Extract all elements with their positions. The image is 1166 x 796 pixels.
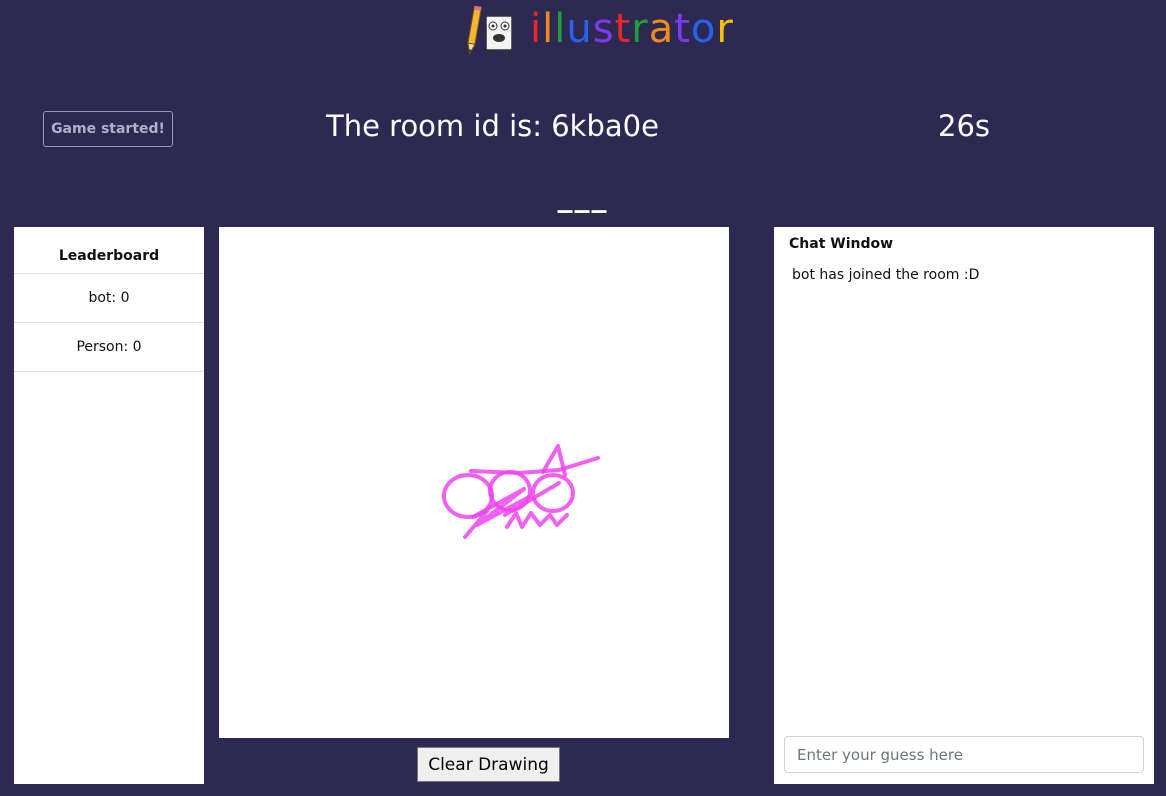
logo-letter: t <box>614 6 632 52</box>
logo-letter: l <box>554 6 567 52</box>
logo-letter: u <box>566 6 593 52</box>
clear-drawing-button[interactable]: Clear Drawing <box>417 747 560 782</box>
logo-letter: o <box>690 6 717 52</box>
word-hint: ___ <box>557 179 609 214</box>
chat-messages: bot has joined the room :D <box>792 266 1144 284</box>
countdown-timer: 26s <box>938 109 991 143</box>
logo-letter: a <box>648 6 675 52</box>
logo-letter: r <box>631 6 649 52</box>
game-status-button[interactable]: Game started! <box>43 111 173 147</box>
pencil-character-icon <box>467 5 519 61</box>
logo-letter: t <box>674 6 691 52</box>
chat-message: bot has joined the room :D <box>792 267 980 283</box>
chat-title: Chat Window <box>789 236 894 252</box>
stroke-top-line <box>469 456 600 475</box>
app-logo: illustrator <box>462 0 734 72</box>
logo-letter: l <box>542 6 555 52</box>
leaderboard-item: bot: 0 <box>14 273 204 322</box>
logo-text: illustrator <box>530 9 734 49</box>
guess-input[interactable] <box>784 736 1144 773</box>
leaderboard-title: Leaderboard <box>58 248 160 264</box>
logo-letter: i <box>530 6 543 52</box>
drawing-canvas[interactable] <box>219 227 729 738</box>
room-id-text: The room id is: 6kba0e <box>326 109 659 143</box>
stroke-bottom-zigzag <box>505 511 569 529</box>
logo-letter: s <box>592 6 615 52</box>
leaderboard-panel: Leaderboard bot: 0 Person: 0 <box>14 227 204 784</box>
chat-panel: Chat Window bot has joined the room :D <box>774 227 1154 784</box>
logo-letter: r <box>716 6 734 52</box>
drawing-strokes <box>442 444 600 539</box>
leaderboard-item: Person: 0 <box>14 322 204 372</box>
